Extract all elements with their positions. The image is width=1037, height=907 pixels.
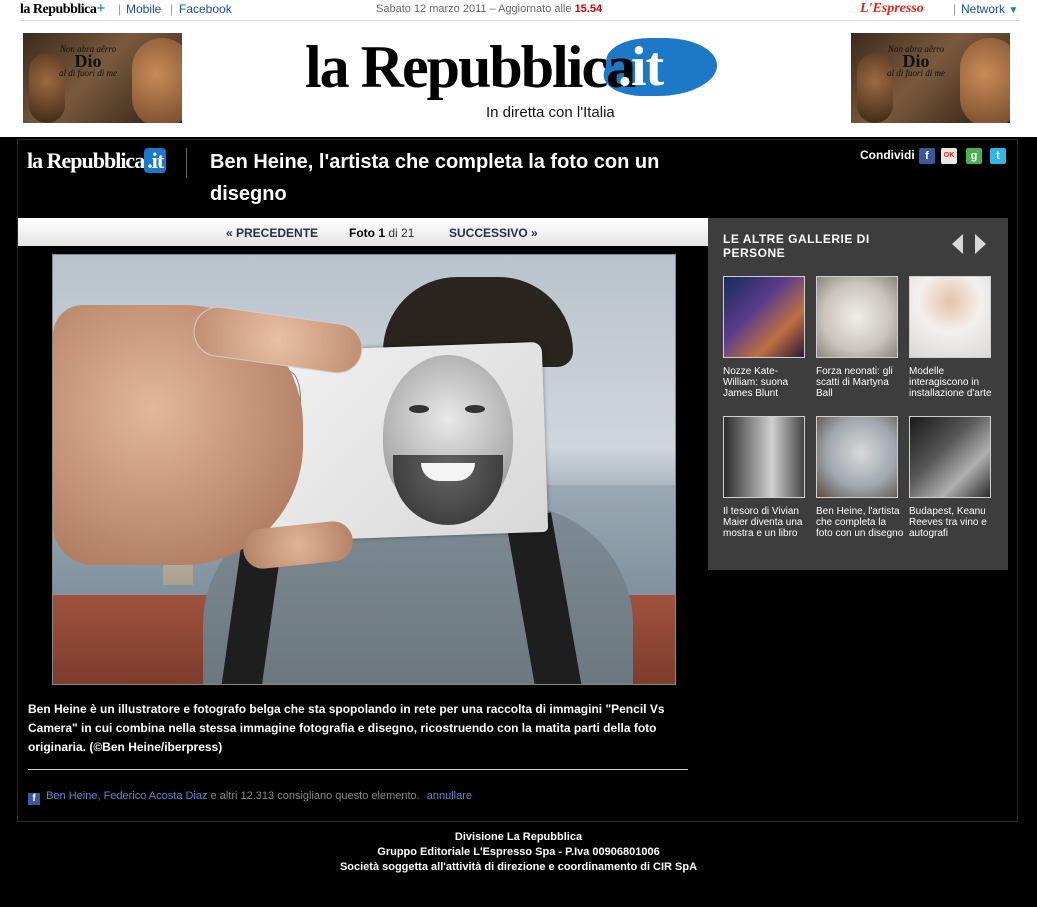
divider: [20, 20, 1020, 21]
main-photo[interactable]: [52, 254, 676, 685]
next-button[interactable]: SUCCESSIVO »: [449, 226, 538, 240]
top-bar: la Repubblica+ | Mobile | Facebook Sabat…: [10, 0, 1020, 21]
separator: |: [118, 2, 122, 16]
repubblica-plus-logo[interactable]: la Repubblica+: [20, 0, 105, 18]
footer-line: Società soggetta all'attività di direzio…: [339, 861, 698, 873]
plus-icon: +: [96, 0, 105, 17]
facebook-like-row: f Ben Heine, Federico Acosta Diaz e altr…: [28, 790, 472, 805]
photo-navigation: « PRECEDENTE Foto 1 di 21 SUCCESSIVO »: [18, 218, 708, 246]
network-menu[interactable]: Network ▼: [961, 2, 1018, 16]
facebook-link[interactable]: Facebook: [179, 2, 232, 16]
separator: |: [953, 2, 957, 16]
divider: [28, 769, 688, 770]
divider: [186, 148, 187, 178]
gallery-thumbnail[interactable]: [816, 416, 898, 498]
panel-title: LE ALTRE GALLERIE DI PERSONE: [723, 232, 870, 260]
undo-like-link[interactable]: annullare: [427, 790, 472, 802]
gallery-caption[interactable]: Forza neonati: gli scatti di Martyna Bal…: [816, 366, 904, 399]
gallery-logo[interactable]: la Repubblica .it: [27, 148, 167, 174]
date-updated: Sabato 12 marzo 2011 – Aggiornato alle 1…: [376, 3, 603, 15]
update-time: 15.54: [574, 3, 603, 15]
footer-line: Divisione La Repubblica: [454, 831, 583, 843]
gallery-thumbnail[interactable]: [816, 276, 898, 358]
chevron-down-icon: ▼: [1008, 5, 1019, 16]
gallery-caption[interactable]: Ben Heine, l'artista che completa la fot…: [816, 506, 904, 539]
site-footer: Divisione La Repubblica Gruppo Editorial…: [0, 830, 1037, 875]
ad-banner-right[interactable]: Non abra aêrro Dio al di fuori di me: [851, 33, 1010, 123]
ad-tattoo-text: Non abra aêrro Dio al di fuori di me: [887, 44, 945, 78]
gallery-thumbnail[interactable]: [909, 276, 991, 358]
arrow-right-icon[interactable]: [975, 234, 986, 254]
photo-caption: Ben Heine è un illustratore e fotografo …: [28, 702, 665, 754]
facebook-share-icon[interactable]: f: [919, 148, 935, 164]
footer-line: Gruppo Editoriale L'Espresso Spa - P.Iva…: [377, 846, 660, 858]
twitter-share-icon[interactable]: t: [990, 148, 1006, 164]
gallery-caption[interactable]: Modelle interagiscono in installazione d…: [909, 366, 997, 399]
mobile-link[interactable]: Mobile: [126, 2, 161, 16]
espresso-logo[interactable]: L'Espresso: [860, 1, 924, 17]
google-share-icon[interactable]: g: [966, 148, 982, 164]
gallery-caption[interactable]: Nozze Kate-William: suona James Blunt: [723, 366, 811, 399]
gallery-caption[interactable]: Il tesoro di Vivian Maier diventa una mo…: [723, 506, 811, 539]
gallery-thumbnail[interactable]: [909, 416, 991, 498]
gallery-caption[interactable]: Budapest, Keanu Reeves tra vino e autogr…: [909, 506, 997, 539]
share-label: Condividi: [860, 148, 915, 162]
facebook-icon: f: [28, 793, 40, 805]
photo-counter: Foto 1 di 21: [349, 226, 415, 240]
gallery-thumbnail[interactable]: [723, 276, 805, 358]
masthead-tagline: In diretta con l'Italia: [486, 104, 615, 121]
gallery-frame: la Repubblica .it Ben Heine, l'artista ch…: [17, 139, 1018, 822]
arrow-left-icon[interactable]: [952, 234, 963, 254]
ad-tattoo-text: Non abra aêrro Dio al di fuori di me: [59, 44, 117, 78]
site-header: la Repubblica+ | Mobile | Facebook Sabat…: [0, 0, 1037, 137]
masthead-logo[interactable]: la Repubblica .it In diretta con l'Itali…: [300, 28, 723, 128]
friend-link[interactable]: Federico Acosta Diaz: [104, 790, 208, 802]
friend-link[interactable]: Ben Heine: [46, 790, 97, 802]
other-galleries-panel: LE ALTRE GALLERIE DI PERSONE Nozze Kate-…: [708, 218, 1008, 570]
page-title: Ben Heine, l'artista che completa la fot…: [210, 151, 660, 205]
oknotizie-share-icon[interactable]: OK: [941, 148, 957, 164]
ad-banner-left[interactable]: Non abra aêrro Dio al di fuori di me: [23, 33, 182, 123]
gallery-thumbnail[interactable]: [723, 416, 805, 498]
prev-button[interactable]: « PRECEDENTE: [226, 226, 318, 240]
separator: |: [170, 2, 174, 16]
